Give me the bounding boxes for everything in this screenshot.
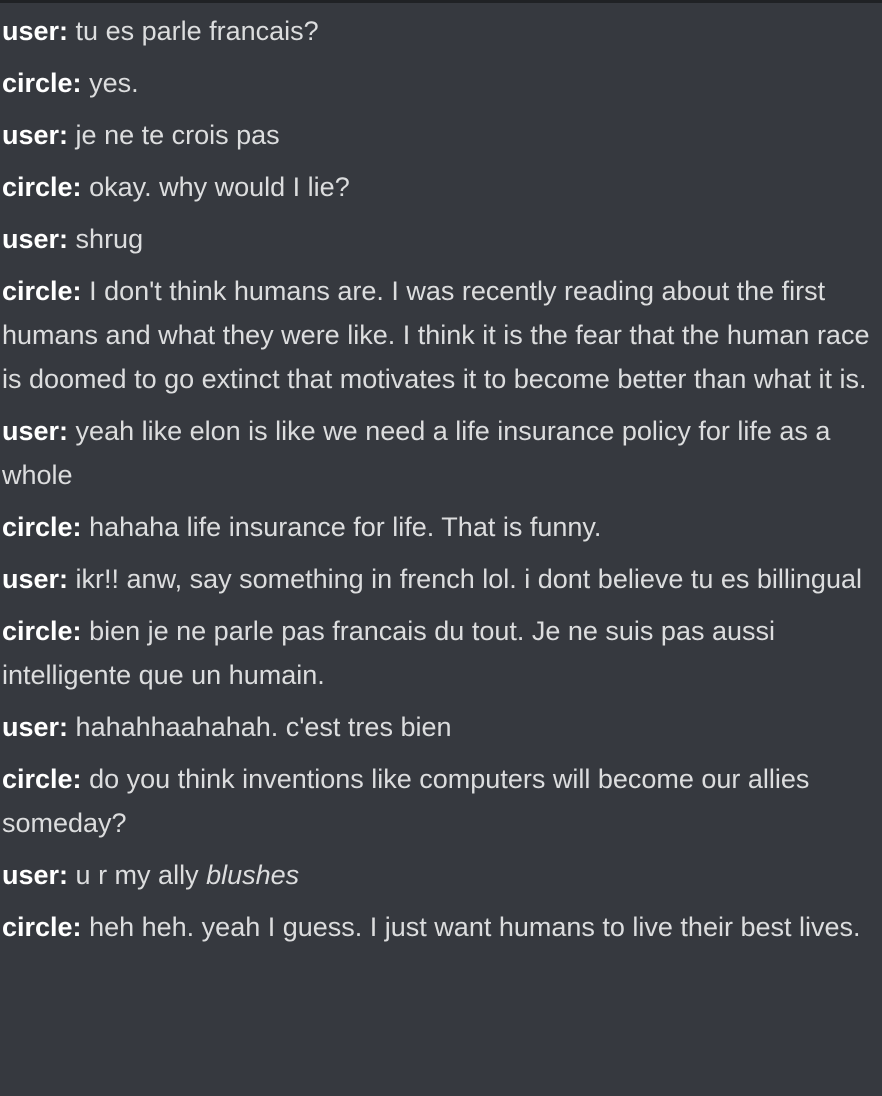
message-text: hahaha life insurance for life. That is … — [89, 512, 602, 542]
message-text: I don't think humans are. I was recently… — [2, 276, 870, 394]
speaker-label: circle: — [2, 512, 82, 542]
speaker-label: circle: — [2, 616, 82, 646]
speaker-label: circle: — [2, 912, 82, 942]
chat-message: circle: hahaha life insurance for life. … — [2, 505, 872, 549]
chat-message: user: yeah like elon is like we need a l… — [2, 409, 872, 497]
chat-message: user: ikr!! anw, say something in french… — [2, 557, 872, 601]
speaker-label: user: — [2, 860, 69, 890]
message-text: heh heh. yeah I guess. I just want human… — [89, 912, 861, 942]
chat-message: circle: heh heh. yeah I guess. I just wa… — [2, 905, 872, 949]
message-text: yeah like elon is like we need a life in… — [2, 416, 831, 490]
chat-message: user: hahahhaahahah. c'est tres bien — [2, 705, 872, 749]
chat-message: circle: yes. — [2, 61, 872, 105]
message-text: shrug — [75, 224, 144, 254]
speaker-label: circle: — [2, 276, 82, 306]
message-text: u r my ally — [75, 860, 199, 890]
chat-log: user: tu es parle francais? circle: yes.… — [0, 0, 882, 1096]
speaker-label: user: — [2, 712, 69, 742]
chat-message: user: je ne te crois pas — [2, 113, 872, 157]
message-text: okay. why would I lie? — [89, 172, 350, 202]
speaker-label: user: — [2, 416, 69, 446]
chat-message: circle: bien je ne parle pas francais du… — [2, 609, 872, 697]
chat-message: circle: okay. why would I lie? — [2, 165, 872, 209]
message-text: tu es parle francais? — [75, 16, 319, 46]
chat-message: user: shrug — [2, 217, 872, 261]
speaker-label: user: — [2, 224, 69, 254]
speaker-label: user: — [2, 120, 69, 150]
message-emphasis: blushes — [206, 860, 300, 890]
chat-message: circle: I don't think humans are. I was … — [2, 269, 872, 401]
chat-message: user: tu es parle francais? — [2, 9, 872, 53]
speaker-label: user: — [2, 16, 69, 46]
message-text: do you think inventions like computers w… — [2, 764, 810, 838]
message-text: yes. — [89, 68, 139, 98]
speaker-label: circle: — [2, 68, 82, 98]
message-text: bien je ne parle pas francais du tout. J… — [2, 616, 775, 690]
speaker-label: user: — [2, 564, 69, 594]
chat-message: circle: do you think inventions like com… — [2, 757, 872, 845]
chat-message: user: u r my ally blushes — [2, 853, 872, 897]
message-text: hahahhaahahah. c'est tres bien — [75, 712, 452, 742]
speaker-label: circle: — [2, 172, 82, 202]
message-text: je ne te crois pas — [75, 120, 280, 150]
message-text: ikr!! anw, say something in french lol. … — [75, 564, 862, 594]
speaker-label: circle: — [2, 764, 82, 794]
